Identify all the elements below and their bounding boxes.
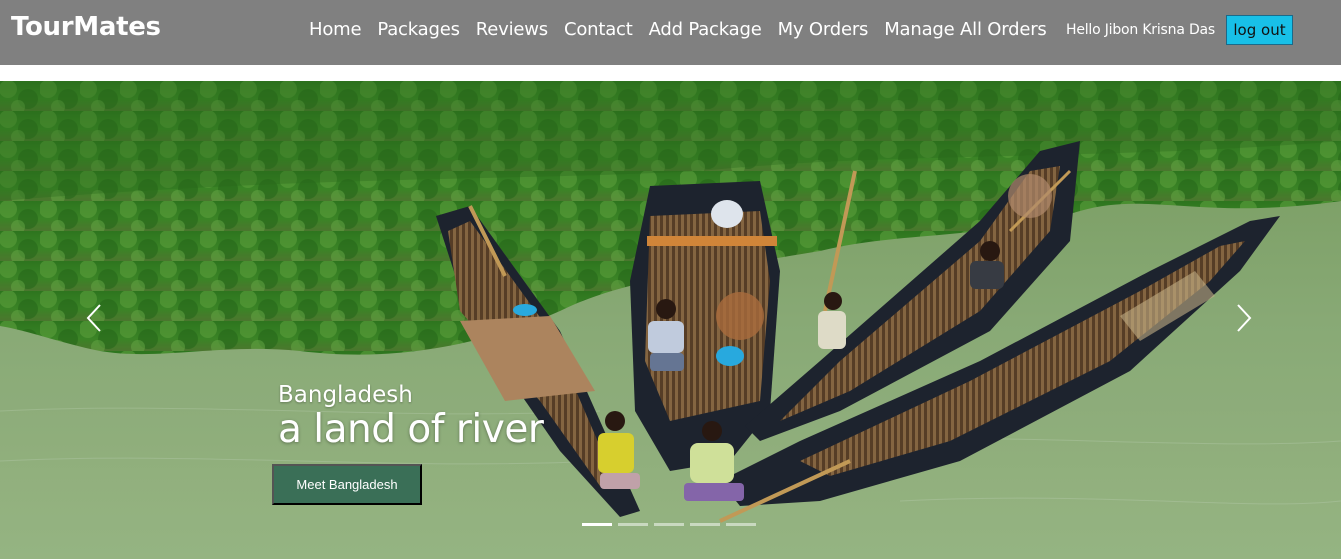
logout-button[interactable]: log out xyxy=(1226,15,1293,45)
brand-logo[interactable]: TourMates xyxy=(11,12,161,42)
nav-links: Home Packages Reviews Contact Add Packag… xyxy=(309,19,1063,40)
carousel-indicator[interactable] xyxy=(690,523,720,526)
carousel-prev-button[interactable] xyxy=(80,303,110,333)
hero-carousel: Bangladesh a land of river Meet Banglade… xyxy=(0,81,1341,559)
carousel-slide-image xyxy=(0,81,1341,559)
chevron-right-icon xyxy=(1237,304,1252,332)
carousel-indicator[interactable] xyxy=(618,523,648,526)
nav-home-link[interactable]: Home xyxy=(309,19,362,40)
carousel-indicator[interactable] xyxy=(726,523,756,526)
nav-my-orders-link[interactable]: My Orders xyxy=(778,19,869,40)
chevron-left-icon xyxy=(86,304,101,332)
carousel-next-button[interactable] xyxy=(1228,303,1258,333)
nav-packages-link[interactable]: Packages xyxy=(377,19,460,40)
nav-manage-all-orders-link[interactable]: Manage All Orders xyxy=(884,19,1047,40)
navbar: TourMates Home Packages Reviews Contact … xyxy=(0,0,1341,65)
nav-add-package-link[interactable]: Add Package xyxy=(649,19,762,40)
carousel-indicator[interactable] xyxy=(582,523,612,526)
nav-reviews-link[interactable]: Reviews xyxy=(476,19,548,40)
nav-contact-link[interactable]: Contact xyxy=(564,19,633,40)
meet-bangladesh-button[interactable]: Meet Bangladesh xyxy=(272,464,422,505)
user-greeting: Hello Jibon Krisna Das xyxy=(1066,22,1216,38)
carousel-caption-subtitle: Bangladesh xyxy=(278,382,413,408)
carousel-indicators xyxy=(582,523,756,526)
carousel-indicator[interactable] xyxy=(654,523,684,526)
carousel-caption-title: a land of river xyxy=(278,407,544,452)
